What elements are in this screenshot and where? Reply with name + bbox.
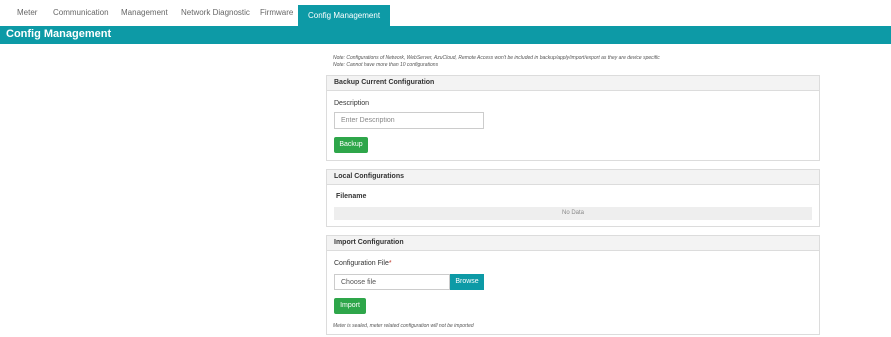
tab-management[interactable]: Management (121, 8, 168, 17)
top-tab-bar: Meter Communication Management Network D… (0, 0, 891, 26)
backup-panel-title: Backup Current Configuration (334, 79, 435, 86)
backup-button[interactable]: Backup (334, 137, 368, 153)
file-chooser-text: Choose file (341, 279, 377, 286)
tab-meter[interactable]: Meter (17, 8, 37, 17)
import-panel-title: Import Configuration (334, 239, 404, 246)
tab-firmware[interactable]: Firmware (260, 8, 293, 17)
import-button[interactable]: Import (334, 298, 366, 314)
tab-network-diagnostic[interactable]: Network Diagnostic (181, 8, 250, 17)
empty-table-row: No Data (334, 207, 812, 220)
backup-panel-header: Backup Current Configuration (327, 76, 819, 91)
sealed-meter-warning: Meter is sealed, meter related configura… (333, 323, 474, 329)
required-mark: * (388, 260, 392, 267)
local-configurations-title: Local Configurations (334, 173, 404, 180)
file-chooser-field[interactable]: Choose file (334, 274, 450, 290)
tab-communication[interactable]: Communication (53, 8, 109, 17)
no-data-text: No Data (561, 210, 584, 216)
local-configurations-header: Local Configurations (327, 170, 819, 185)
configuration-file-label: Configuration File* (334, 260, 392, 267)
note-max-configurations: Note: Cannot have more than 10 configura… (333, 62, 439, 68)
filename-column-header: Filename (336, 193, 367, 200)
description-input[interactable] (334, 112, 484, 129)
page-title: Config Management (6, 28, 112, 40)
import-panel-header: Import Configuration (327, 236, 819, 251)
configuration-file-label-text: Configuration File (334, 260, 389, 267)
note-device-specific: Note: Configurations of Network, WebServ… (333, 55, 660, 61)
browse-button[interactable]: Browse (450, 274, 484, 290)
description-label: Description (334, 100, 370, 107)
page-title-bar: Config Management (0, 26, 891, 44)
tab-config-management[interactable]: Config Management (298, 5, 391, 26)
